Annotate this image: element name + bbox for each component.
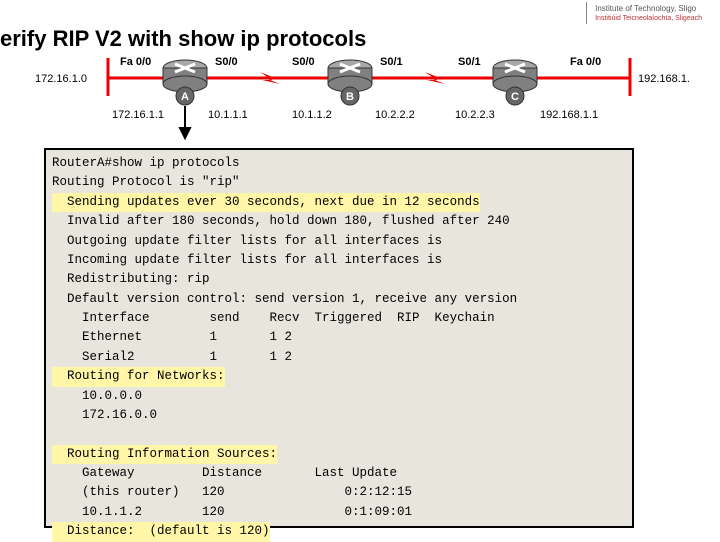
right-network: 192.168.1.0 xyxy=(638,73,690,85)
org-logo: Institute of Technology, Sligo Institiúi… xyxy=(586,2,702,24)
cli-sending: Sending updates ever 30 seconds, next du… xyxy=(52,193,480,212)
cli-if-eth: Ethernet 1 1 2 xyxy=(52,330,292,344)
cli-dist: Distance: (default is 120) xyxy=(52,522,270,541)
cli-gw2: 10.1.1.2 120 0:1:09:01 xyxy=(52,505,412,519)
svg-text:S0/1: S0/1 xyxy=(380,56,403,68)
cli-gw1: (this router) 120 0:2:12:15 xyxy=(52,485,412,499)
router-b: B xyxy=(328,60,372,105)
left-network: 172.16.1.0 xyxy=(35,73,87,85)
cli-ris: Routing Information Sources: xyxy=(52,445,277,464)
svg-text:10.2.2.3: 10.2.2.3 xyxy=(455,109,495,121)
cli-prompt: RouterA#show ip protocols xyxy=(52,156,240,170)
cli-output: RouterA#show ip protocols Routing Protoc… xyxy=(44,148,634,528)
svg-text:S0/0: S0/0 xyxy=(215,56,238,68)
page-title: erify RIP V2 with show ip protocols xyxy=(0,26,366,52)
logo-line2: Institiúid Teicneolaíochta, Sligeach xyxy=(595,15,702,22)
svg-text:B: B xyxy=(346,91,354,103)
topology-diagram: 172.16.1.0 192.168.1.0 A Fa 0/0 S0/0 172… xyxy=(30,50,690,140)
logo-line1: Institute of Technology, Sligo xyxy=(595,4,696,13)
svg-text:Fa 0/0: Fa 0/0 xyxy=(570,56,601,68)
cli-net1: 10.0.0.0 xyxy=(52,389,142,403)
svg-text:10.1.1.1: 10.1.1.1 xyxy=(208,109,248,121)
cli-outfilter: Outgoing update filter lists for all int… xyxy=(52,234,442,248)
cli-rfn: Routing for Networks: xyxy=(52,367,225,386)
svg-text:10.2.2.2: 10.2.2.2 xyxy=(375,109,415,121)
svg-text:Fa 0/0: Fa 0/0 xyxy=(120,56,151,68)
router-a: A xyxy=(163,60,207,105)
router-c: C xyxy=(493,60,537,105)
cli-if-ser: Serial2 1 1 2 xyxy=(52,350,292,364)
svg-text:S0/1: S0/1 xyxy=(458,56,481,68)
cli-proto: Routing Protocol is "rip" xyxy=(52,175,240,189)
cli-if-hdr: Interface send Recv Triggered RIP Keycha… xyxy=(52,311,495,325)
cli-invalid: Invalid after 180 seconds, hold down 180… xyxy=(52,214,510,228)
svg-text:172.16.1.1: 172.16.1.1 xyxy=(112,109,164,121)
svg-text:192.168.1.1: 192.168.1.1 xyxy=(540,109,598,121)
cli-infilter: Incoming update filter lists for all int… xyxy=(52,253,442,267)
cli-gwhdr: Gateway Distance Last Update xyxy=(52,466,397,480)
svg-text:S0/0: S0/0 xyxy=(292,56,315,68)
svg-text:10.1.1.2: 10.1.1.2 xyxy=(292,109,332,121)
cli-redist: Redistributing: rip xyxy=(52,272,210,286)
svg-text:C: C xyxy=(511,91,519,103)
svg-text:A: A xyxy=(181,91,189,103)
cli-defver: Default version control: send version 1,… xyxy=(52,292,517,306)
cli-net2: 172.16.0.0 xyxy=(52,408,157,422)
